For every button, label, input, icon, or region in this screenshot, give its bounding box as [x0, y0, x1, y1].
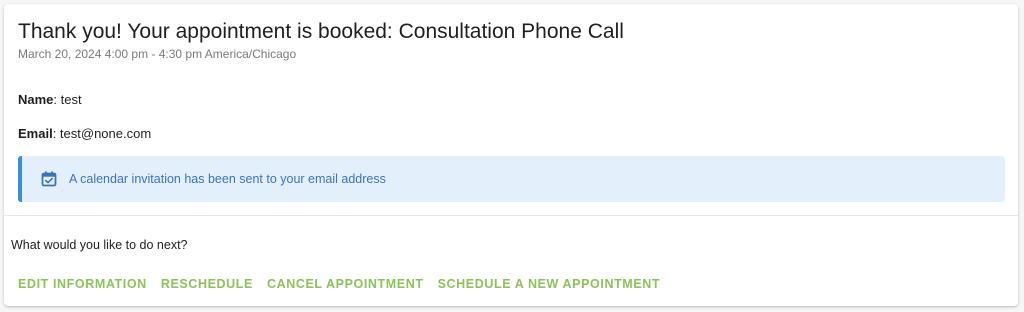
- calendar-check-icon: [40, 170, 58, 188]
- email-value: test@none.com: [59, 126, 152, 141]
- email-colon: :: [52, 126, 60, 141]
- schedule-new-appointment-button[interactable]: SCHEDULE A NEW APPOINTMENT: [438, 277, 661, 291]
- reschedule-button[interactable]: RESCHEDULE: [161, 277, 253, 291]
- action-bar: EDIT INFORMATION RESCHEDULE CANCEL APPOI…: [18, 277, 674, 291]
- edit-information-button[interactable]: EDIT INFORMATION: [18, 277, 147, 291]
- name-value: test: [60, 92, 82, 107]
- page-title: Thank you! Your appointment is booked: C…: [18, 20, 624, 43]
- name-colon: :: [53, 92, 61, 107]
- confirmation-card: Thank you! Your appointment is booked: C…: [4, 4, 1018, 306]
- email-row: Email: test@none.com: [18, 126, 151, 141]
- calendar-invite-alert: A calendar invitation has been sent to y…: [18, 156, 1005, 202]
- alert-message: A calendar invitation has been sent to y…: [69, 172, 386, 186]
- name-row: Name: test: [18, 92, 82, 107]
- cancel-appointment-button[interactable]: CANCEL APPOINTMENT: [267, 277, 424, 291]
- appointment-datetime: March 20, 2024 4:00 pm - 4:30 pm America…: [18, 47, 297, 61]
- next-steps-prompt: What would you like to do next?: [11, 238, 188, 252]
- section-divider: [4, 215, 1018, 216]
- email-label: Email: [18, 126, 53, 141]
- name-label: Name: [18, 92, 54, 107]
